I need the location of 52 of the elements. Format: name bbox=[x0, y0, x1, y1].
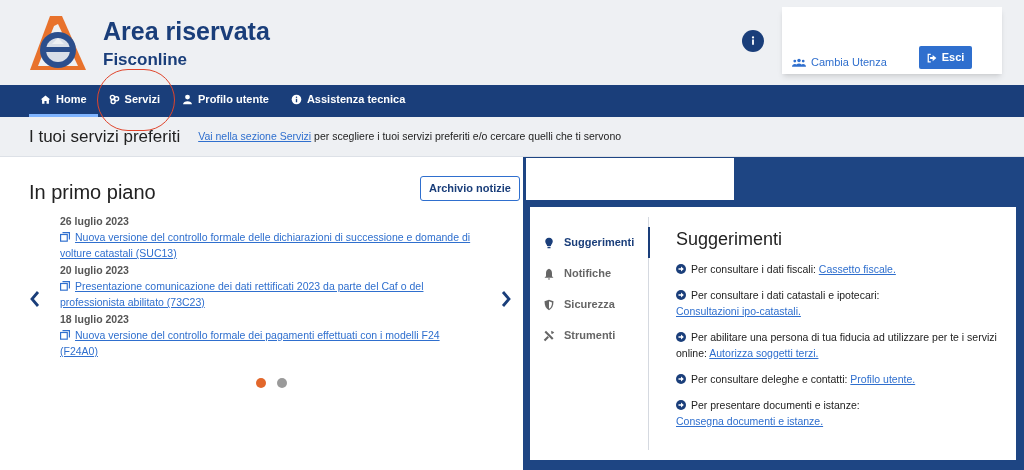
side-tab[interactable]: Notifiche bbox=[530, 258, 650, 289]
arrow-circle-icon bbox=[676, 264, 686, 274]
panel-title: Suggerimenti bbox=[676, 228, 784, 251]
nav-tab[interactable]: Assistenza tecnica bbox=[279, 85, 417, 117]
suggestion-text: Per presentare documenti e istanze: Consegna documenti e istanze. bbox=[676, 398, 861, 429]
lightbulb-icon bbox=[543, 236, 555, 249]
arrow-circle-icon bbox=[676, 290, 686, 300]
suggestion-text: Per consultare i dati fiscali: Cassetto fiscale. bbox=[676, 261, 1006, 277]
news-date: 20 luglio 2023 bbox=[60, 263, 130, 278]
info-button[interactable] bbox=[742, 30, 764, 52]
suggestion-link[interactable]: Profilo utente. bbox=[850, 373, 916, 385]
logout-button[interactable]: Esci bbox=[919, 46, 972, 69]
window-icon bbox=[60, 281, 70, 291]
suggestion-text: Per consultare deleghe e contatti: Profilo utente. bbox=[676, 371, 1006, 387]
suggestion-link[interactable]: Cassetto fiscale. bbox=[818, 263, 896, 275]
news-link[interactable]: Presentazione comunicazione dei dati rettificati 2023 da parte del Caf o del professionista abilitato (73C23) bbox=[60, 278, 478, 310]
news-date: 26 luglio 2023 bbox=[60, 214, 130, 229]
side-tab[interactable]: Strumenti bbox=[530, 320, 650, 351]
info-icon bbox=[290, 94, 302, 105]
home-icon bbox=[40, 94, 51, 105]
arrow-circle-icon bbox=[676, 374, 686, 384]
user-icon bbox=[182, 94, 194, 105]
suggestion-text: Per consultare i dati catastali e ipotecari: Consultazioni ipo-catastali. bbox=[676, 288, 881, 319]
arrow-circle-icon bbox=[676, 400, 686, 410]
favorites-text: Vai nella sezione Servizi per scegliere i tuoi servizi preferiti e/o cercare quelli che ti servono bbox=[198, 128, 622, 144]
suggestion-text: Per abilitare una persona di tua fiducia ad utilizzare per te i servizi online: Autorizza soggetti terzi. bbox=[676, 330, 998, 361]
side-tab[interactable]: Suggerimenti bbox=[530, 227, 650, 258]
arrow-circle-icon bbox=[676, 332, 686, 342]
tools-icon bbox=[543, 329, 555, 342]
rings-icon bbox=[108, 94, 120, 105]
window-icon bbox=[60, 232, 70, 242]
suggestion-link[interactable]: Consegna documenti e istanze. bbox=[676, 415, 824, 427]
news-date: 18 luglio 2023 bbox=[60, 312, 130, 327]
nav-tab[interactable]: Servizi bbox=[97, 85, 172, 117]
logout-icon bbox=[926, 52, 937, 63]
side-tab[interactable]: Sicurezza bbox=[530, 289, 650, 320]
bell-icon bbox=[543, 267, 555, 280]
site-subtitle: Fisconline bbox=[103, 49, 189, 71]
favorites-title: I tuoi servizi preferiti bbox=[29, 125, 181, 148]
shield-icon bbox=[543, 298, 555, 311]
site-title: Area riservata bbox=[103, 16, 270, 46]
suggestion-link[interactable]: Consultazioni ipo-catastali. bbox=[676, 305, 801, 317]
users-icon bbox=[792, 57, 806, 67]
nav-tab[interactable]: Profilo utente bbox=[171, 85, 280, 117]
window-icon bbox=[60, 330, 70, 340]
news-link[interactable]: Nuova versione del controllo formale dei pagamenti effettuati con i modelli F24 (F24A0) bbox=[60, 327, 478, 359]
suggestion-link[interactable]: Autorizza soggetti terzi. bbox=[709, 347, 819, 359]
archive-button[interactable]: Archivio notizie bbox=[420, 176, 520, 201]
services-link[interactable]: Vai nella sezione Servizi bbox=[198, 129, 312, 142]
news-link[interactable]: Nuova versione del controllo formale delle dichiarazioni di successione e domande di volture catastali (SUC13) bbox=[60, 229, 478, 261]
section-title: In primo piano bbox=[29, 180, 156, 205]
change-user-link[interactable]: Cambia Utenza bbox=[792, 54, 887, 71]
